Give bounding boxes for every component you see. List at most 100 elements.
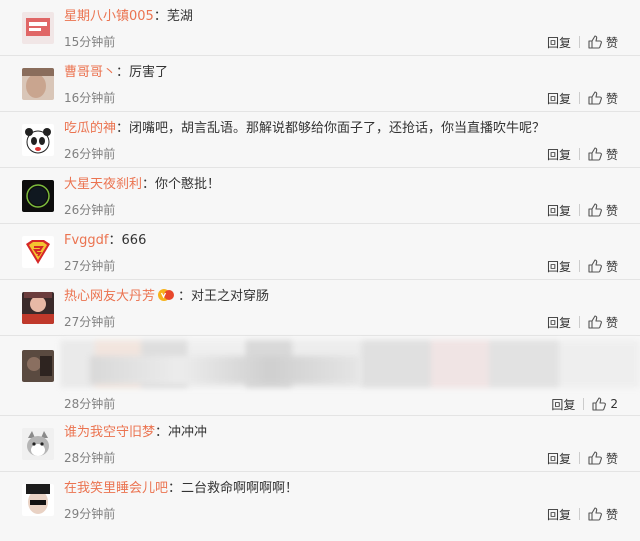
reply-button[interactable]: 回复: [547, 34, 571, 51]
comment-text: 你个憨批！: [155, 177, 221, 192]
avatar[interactable]: [22, 236, 54, 268]
like-button[interactable]: 2: [592, 397, 618, 411]
like-count: 赞: [605, 259, 618, 274]
username-link[interactable]: 曹哥哥丶: [64, 65, 116, 80]
comment-actions: 回复 赞: [547, 146, 618, 162]
avatar[interactable]: [22, 428, 54, 460]
reply-button[interactable]: 回复: [551, 396, 575, 413]
separator: ：: [155, 425, 169, 440]
comment-actions: 回复 赞: [547, 90, 618, 106]
comment-text: 冲冲冲: [168, 425, 208, 440]
action-divider: [578, 508, 580, 520]
separator: ：: [178, 289, 192, 304]
username-link[interactable]: 谁为我空守旧梦: [64, 425, 155, 440]
timestamp: 28分钟前: [64, 397, 116, 411]
avatar[interactable]: [22, 484, 54, 516]
action-divider: [578, 260, 580, 272]
reply-button[interactable]: 回复: [547, 506, 571, 523]
comment-line: 曹哥哥丶：厉害了: [64, 64, 168, 82]
comment-row: 星期八小镇005：芜湖 15分钟前 回复 赞: [0, 0, 640, 56]
action-divider: [578, 204, 580, 216]
comment-actions: 回复 赞: [547, 506, 618, 522]
separator: ：: [116, 121, 130, 136]
reply-button[interactable]: 回复: [547, 314, 571, 331]
avatar[interactable]: [22, 124, 54, 156]
like-count: 赞: [605, 35, 618, 50]
username-link[interactable]: 在我笑里睡会儿吧: [64, 481, 168, 496]
avatar[interactable]: [22, 350, 54, 382]
like-button[interactable]: 赞: [588, 506, 618, 523]
comment-text: 芜湖: [166, 9, 193, 24]
comment-text: 对王之对穿肠: [191, 289, 270, 304]
like-button[interactable]: 赞: [588, 314, 618, 331]
like-button[interactable]: 赞: [588, 450, 618, 467]
comment-actions: 回复 赞: [547, 258, 618, 274]
username-link[interactable]: 星期八小镇005: [64, 9, 154, 24]
username-link[interactable]: 热心网友大丹芳: [64, 289, 155, 304]
vip-badge-icon: [158, 289, 175, 301]
separator: ：: [153, 9, 167, 24]
comment-row: 吃瓜的神：闭嘴吧，胡言乱语。那解说都够给你面子了，还抢话，你当直播吹牛呢？ 26…: [0, 112, 640, 168]
avatar[interactable]: [22, 12, 54, 44]
comment-row: 28分钟前 回复 2: [0, 336, 640, 416]
reply-button[interactable]: 回复: [547, 202, 571, 219]
action-divider: [583, 398, 585, 410]
comment-row: 谁为我空守旧梦：冲冲冲 28分钟前 回复 赞: [0, 416, 640, 472]
timestamp: 27分钟前: [64, 315, 116, 329]
like-button[interactable]: 赞: [588, 90, 618, 107]
thumbs-up-icon: [588, 315, 602, 329]
action-divider: [578, 148, 580, 160]
avatar[interactable]: [22, 180, 54, 212]
like-button[interactable]: 赞: [588, 258, 618, 275]
like-count: 赞: [605, 451, 618, 466]
like-button[interactable]: 赞: [588, 202, 618, 219]
action-divider: [578, 316, 580, 328]
comment-text: 二台救命啊啊啊啊！: [181, 481, 299, 496]
comment-actions: 回复 赞: [547, 34, 618, 50]
separator: ：: [168, 481, 182, 496]
thumbs-up-icon: [588, 451, 602, 465]
comment-row: Fvggdf：666 27分钟前 回复 赞: [0, 224, 640, 280]
username-link[interactable]: 大星天夜刹利: [64, 177, 142, 192]
like-count: 赞: [605, 507, 618, 522]
username-link[interactable]: Fvggdf: [64, 233, 109, 248]
comment-row: 大星天夜刹利：你个憨批！ 26分钟前 回复 赞: [0, 168, 640, 224]
thumbs-up-icon: [588, 35, 602, 49]
like-count: 赞: [605, 203, 618, 218]
like-count: 赞: [605, 147, 618, 162]
reply-button[interactable]: 回复: [547, 90, 571, 107]
reply-button[interactable]: 回复: [547, 258, 571, 275]
separator: ：: [142, 177, 156, 192]
blurred-content: [90, 356, 360, 384]
comment-line: 热心网友大丹芳 ：对王之对穿肠: [64, 288, 269, 306]
like-button[interactable]: 赞: [588, 34, 618, 51]
thumbs-up-icon: [588, 203, 602, 217]
reply-button[interactable]: 回复: [547, 146, 571, 163]
timestamp: 28分钟前: [64, 451, 116, 465]
comment-line: 吃瓜的神：闭嘴吧，胡言乱语。那解说都够给你面子了，还抢话，你当直播吹牛呢？: [64, 120, 545, 138]
timestamp: 27分钟前: [64, 259, 116, 273]
thumbs-up-icon: [588, 259, 602, 273]
avatar[interactable]: [22, 68, 54, 100]
thumbs-up-icon: [592, 397, 607, 411]
comment-list: 星期八小镇005：芜湖 15分钟前 回复 赞 曹哥哥丶：厉害了 16分钟前 回复: [0, 0, 640, 541]
comment-actions: 回复 赞: [547, 202, 618, 218]
comment-text: 666: [121, 233, 147, 248]
comment-line: 在我笑里睡会儿吧：二台救命啊啊啊啊！: [64, 480, 298, 498]
action-divider: [578, 92, 580, 104]
reply-button[interactable]: 回复: [547, 450, 571, 467]
avatar[interactable]: [22, 292, 54, 324]
comment-row: 在我笑里睡会儿吧：二台救命啊啊啊啊！ 29分钟前 回复 赞: [0, 472, 640, 541]
comment-line: 大星天夜刹利：你个憨批！: [64, 176, 220, 194]
comment-text: 厉害了: [129, 65, 169, 80]
comment-actions: 回复 赞: [547, 314, 618, 330]
like-count: 2: [610, 397, 618, 411]
username-link[interactable]: 吃瓜的神: [64, 121, 116, 136]
thumbs-up-icon: [588, 91, 602, 105]
thumbs-up-icon: [588, 507, 602, 521]
like-button[interactable]: 赞: [588, 146, 618, 163]
timestamp: 15分钟前: [64, 35, 116, 49]
comment-actions: 回复 赞: [547, 450, 618, 466]
timestamp: 16分钟前: [64, 91, 116, 105]
comment-text: 闭嘴吧，胡言乱语。那解说都够给你面子了，还抢话，你当直播吹牛呢？: [129, 121, 546, 136]
